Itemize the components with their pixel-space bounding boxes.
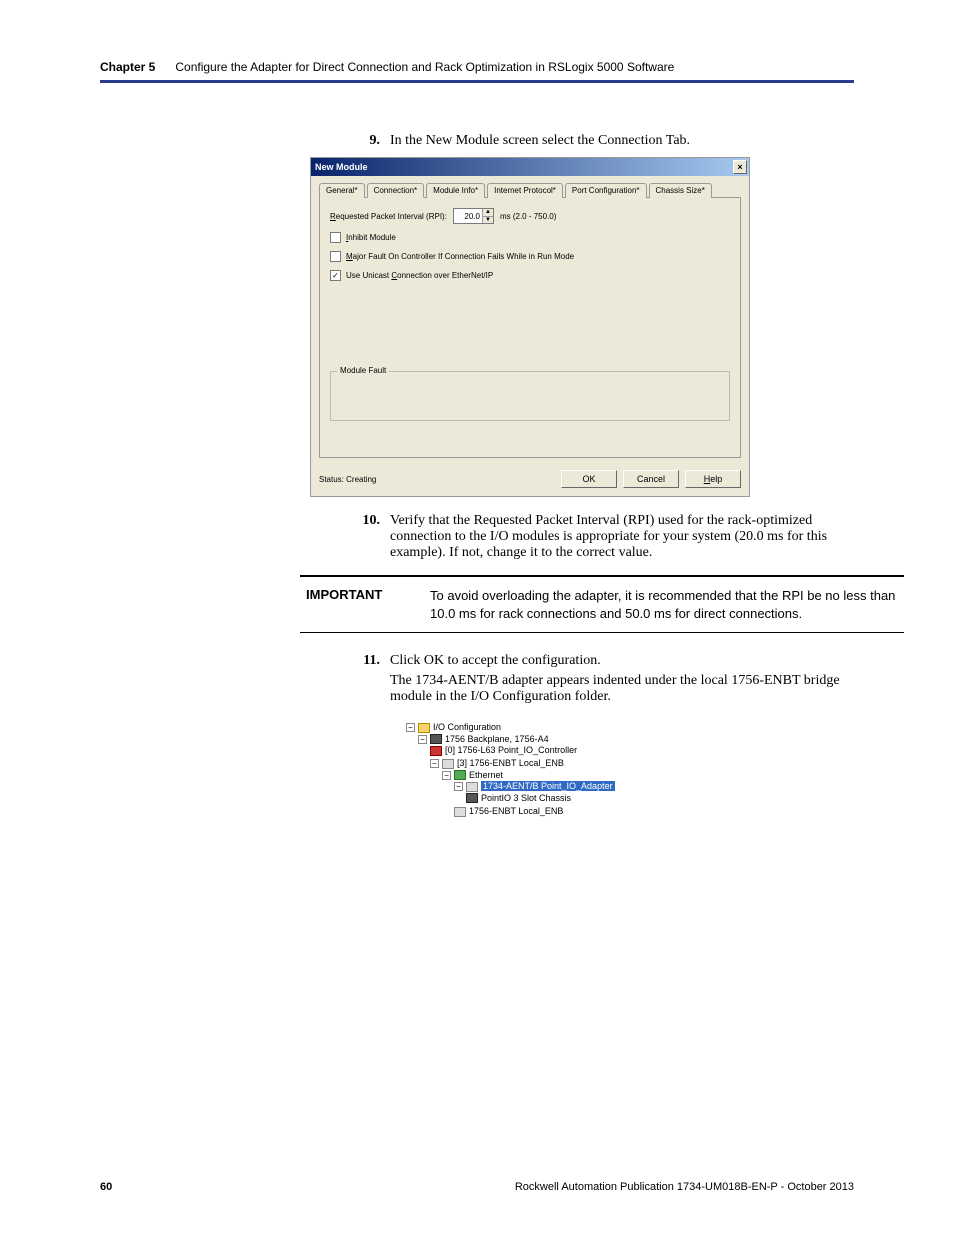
- module-fault-group: Module Fault: [330, 371, 730, 421]
- chassis-icon: [430, 734, 442, 744]
- rpi-input[interactable]: [454, 209, 482, 223]
- connection-panel: RRequested Packet Interval (RPI):equeste…: [319, 198, 741, 458]
- rpi-range: ms (2.0 - 750.0): [500, 212, 556, 221]
- tree-controller[interactable]: [0] 1756-L63 Point_IO_Controller: [430, 744, 656, 757]
- important-label: IMPORTANT: [300, 577, 430, 632]
- tree-ethernet[interactable]: −Ethernet −1734-AENT/B Point_IO_Adapter …: [442, 769, 656, 820]
- step-9-number: 9.: [350, 133, 380, 149]
- network-icon: [454, 770, 466, 780]
- unicast-checkbox[interactable]: ✓: [330, 270, 341, 281]
- step-10: 10. Verify that the Requested Packet Int…: [350, 513, 854, 561]
- module-icon: [466, 782, 478, 792]
- collapse-icon[interactable]: −: [454, 782, 463, 791]
- step-11-text-2: The 1734-AENT/B adapter appears indented…: [390, 673, 854, 705]
- important-text: To avoid overloading the adapter, it is …: [430, 577, 904, 632]
- step-11-number: 11.: [350, 653, 380, 669]
- tree-root[interactable]: −I/O Configuration −1756 Backplane, 1756…: [406, 721, 656, 822]
- chassis-icon: [466, 793, 478, 803]
- tab-chassis-size[interactable]: Chassis Size*: [649, 183, 712, 198]
- tree-selected-label: 1734-AENT/B Point_IO_Adapter: [481, 781, 615, 791]
- publication-id: Rockwell Automation Publication 1734-UM0…: [515, 1181, 854, 1193]
- spinner-down-icon[interactable]: ▼: [482, 217, 493, 224]
- collapse-icon[interactable]: −: [442, 771, 451, 780]
- spinner-up-icon[interactable]: ▲: [482, 209, 493, 217]
- page-number: 60: [100, 1181, 112, 1193]
- unicast-label: Use Unicast Connection over EtherNet/IP: [346, 271, 493, 280]
- chapter-label: Chapter 5: [100, 60, 155, 74]
- tree-pointio-chassis[interactable]: PointIO 3 Slot Chassis: [466, 792, 656, 805]
- io-config-tree: −I/O Configuration −1756 Backplane, 1756…: [390, 717, 660, 826]
- inhibit-label: Inhibit Module: [346, 233, 396, 242]
- header-rule: [100, 80, 854, 83]
- rpi-spinner[interactable]: ▲ ▼: [453, 208, 494, 224]
- tree-enbt[interactable]: −[3] 1756-ENBT Local_ENB −Ethernet −1734…: [430, 757, 656, 820]
- folder-icon: [418, 723, 430, 733]
- step-11-text-1: Click OK to accept the configuration.: [390, 653, 854, 669]
- page-footer: 60 Rockwell Automation Publication 1734-…: [100, 1181, 854, 1193]
- module-icon: [442, 759, 454, 769]
- ok-button[interactable]: OK: [561, 470, 617, 488]
- status-text: Status: Creating: [319, 475, 555, 484]
- controller-icon: [430, 746, 442, 756]
- page: Chapter 5 Configure the Adapter for Dire…: [0, 0, 954, 866]
- tab-port-config[interactable]: Port Configuration*: [565, 183, 647, 198]
- step-10-text: Verify that the Requested Packet Interva…: [390, 513, 854, 561]
- tab-general[interactable]: General*: [319, 183, 365, 198]
- tab-connection[interactable]: Connection*: [367, 183, 425, 198]
- content-area: 9. In the New Module screen select the C…: [350, 133, 854, 826]
- help-button[interactable]: Help: [685, 470, 741, 488]
- tree-enbt-2[interactable]: 1756-ENBT Local_ENB: [454, 805, 656, 818]
- dialog-titlebar: New Module ×: [311, 158, 749, 176]
- running-header: Chapter 5 Configure the Adapter for Dire…: [100, 60, 854, 74]
- step-9: 9. In the New Module screen select the C…: [350, 133, 854, 149]
- inhibit-checkbox[interactable]: [330, 232, 341, 243]
- step-10-number: 10.: [350, 513, 380, 529]
- step-9-text: In the New Module screen select the Conn…: [390, 133, 854, 149]
- rpi-label: RRequested Packet Interval (RPI):equeste…: [330, 212, 447, 221]
- tree-backplane[interactable]: −1756 Backplane, 1756-A4 [0] 1756-L63 Po…: [418, 733, 656, 821]
- module-icon: [454, 807, 466, 817]
- step-11: 11. Click OK to accept the configuration…: [350, 653, 854, 709]
- module-fault-label: Module Fault: [337, 366, 389, 375]
- collapse-icon[interactable]: −: [406, 723, 415, 732]
- chapter-title: Configure the Adapter for Direct Connect…: [175, 60, 674, 74]
- tab-bar: General* Connection* Module Info* Intern…: [319, 182, 741, 198]
- major-fault-label: Major Fault On Controller If Connection …: [346, 252, 574, 261]
- close-icon[interactable]: ×: [733, 160, 747, 174]
- cancel-button[interactable]: Cancel: [623, 470, 679, 488]
- collapse-icon[interactable]: −: [418, 735, 427, 744]
- dialog-title: New Module: [315, 162, 733, 172]
- new-module-dialog: New Module × General* Connection* Module…: [310, 157, 750, 497]
- tab-module-info[interactable]: Module Info*: [426, 183, 485, 198]
- tree-aent[interactable]: − 1734-AENT/B Point_IO_Adapter PointIO 3 …: [454, 780, 656, 805]
- collapse-icon[interactable]: −: [430, 759, 439, 768]
- important-note: IMPORTANT To avoid overloading the adapt…: [300, 575, 904, 633]
- tab-internet-protocol[interactable]: Internet Protocol*: [487, 183, 563, 198]
- major-fault-checkbox[interactable]: [330, 251, 341, 262]
